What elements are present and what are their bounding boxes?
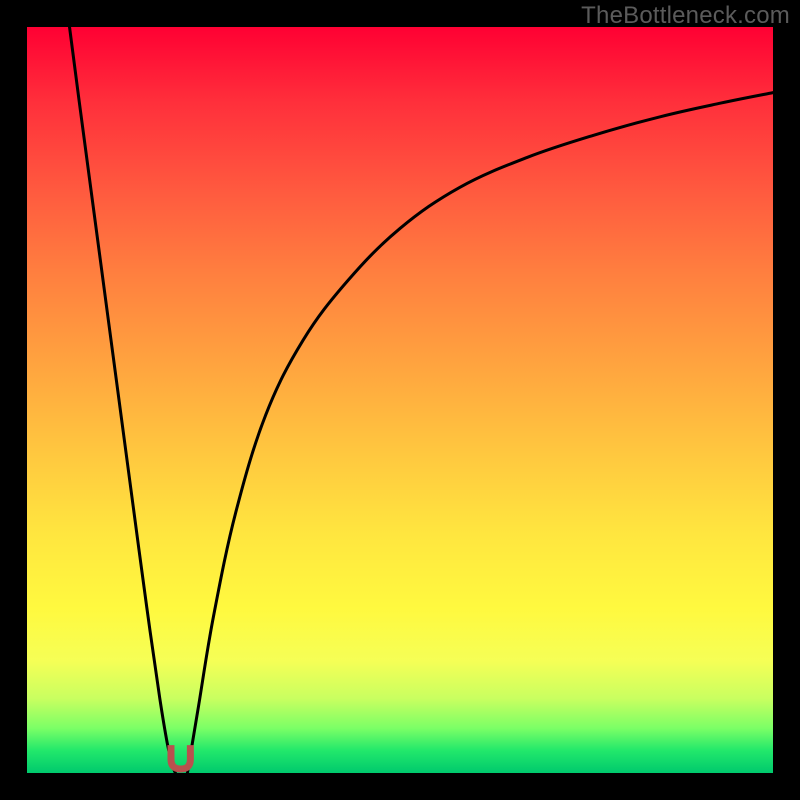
curve-right-branch xyxy=(187,93,773,773)
watermark-text: TheBottleneck.com xyxy=(581,2,790,30)
plot-area xyxy=(27,27,773,773)
curve-minimum-marker xyxy=(171,745,190,769)
curve-left-branch xyxy=(70,27,176,773)
chart-svg xyxy=(27,27,773,773)
